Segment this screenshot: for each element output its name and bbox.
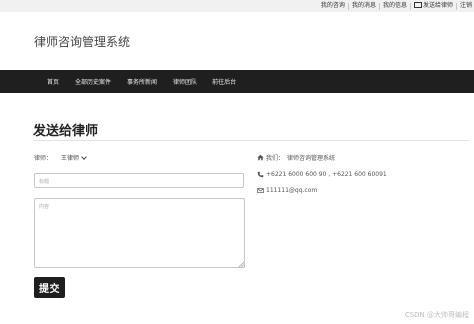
top-utility-bar: 我的咨询 我的消息 我的信息 发送给律师 注销 — [0, 0, 474, 12]
divider — [378, 2, 380, 10]
home-icon — [257, 154, 264, 161]
top-link-my-info[interactable]: 我的信息 — [381, 0, 409, 12]
info-phone: +6221 6000 600 90 , +6221 600 60091 — [257, 171, 387, 178]
page-title: 发送给律师 — [33, 124, 99, 139]
divider — [347, 2, 349, 10]
envelope-icon — [413, 1, 422, 8]
phone-icon — [257, 171, 264, 178]
top-link-my-messages[interactable]: 我的消息 — [350, 0, 378, 12]
nav-item-cases[interactable]: 全部历史案件 — [75, 77, 111, 86]
main-nav: 首页 全部历史案件 事务所新闻 律师团队 前往后台 — [0, 70, 474, 93]
lawyer-label: 律师： — [34, 155, 53, 162]
info-email-value: 111111@qq.com — [266, 187, 318, 194]
top-link-logout[interactable]: 注销 — [458, 0, 474, 12]
lawyer-select[interactable]: 王律师 — [61, 153, 87, 162]
top-link-my-consult[interactable]: 我的咨询 — [319, 0, 347, 12]
info-home: 我们： 律师咨询管理系统 — [257, 153, 335, 162]
top-link-send-lawyer-label: 发送给律师 — [422, 2, 453, 9]
info-home-value: 律师咨询管理系统 — [287, 155, 336, 162]
divider — [455, 2, 457, 10]
divider — [409, 2, 411, 10]
watermark: CSDN @大帅哥编程 — [404, 311, 469, 319]
nav-item-news[interactable]: 事务所新闻 — [127, 77, 157, 86]
info-email: 111111@qq.com — [257, 187, 317, 194]
top-link-send-lawyer[interactable]: 发送给律师 — [412, 0, 455, 12]
nav-item-team[interactable]: 律师团队 — [173, 77, 197, 86]
info-phone-value: +6221 6000 600 90 , +6221 600 60091 — [266, 171, 387, 178]
submit-button[interactable]: 提交 — [34, 277, 65, 298]
mail-icon — [257, 188, 264, 193]
nav-item-home[interactable]: 首页 — [47, 77, 59, 86]
lawyer-select-value: 王律师 — [61, 155, 80, 162]
lawyer-select-row: 律师： 王律师 — [34, 153, 87, 162]
resize-handle-icon[interactable] — [238, 261, 244, 267]
content-textarea[interactable]: 内容 — [34, 198, 245, 268]
title-input[interactable]: 标题 — [34, 173, 244, 188]
site-brand[interactable]: 律师咨询管理系统 — [34, 33, 130, 50]
nav-item-admin[interactable]: 前往后台 — [212, 77, 236, 86]
chevron-down-icon — [81, 153, 87, 160]
info-home-label: 我们： — [266, 155, 285, 162]
divider — [33, 140, 469, 141]
